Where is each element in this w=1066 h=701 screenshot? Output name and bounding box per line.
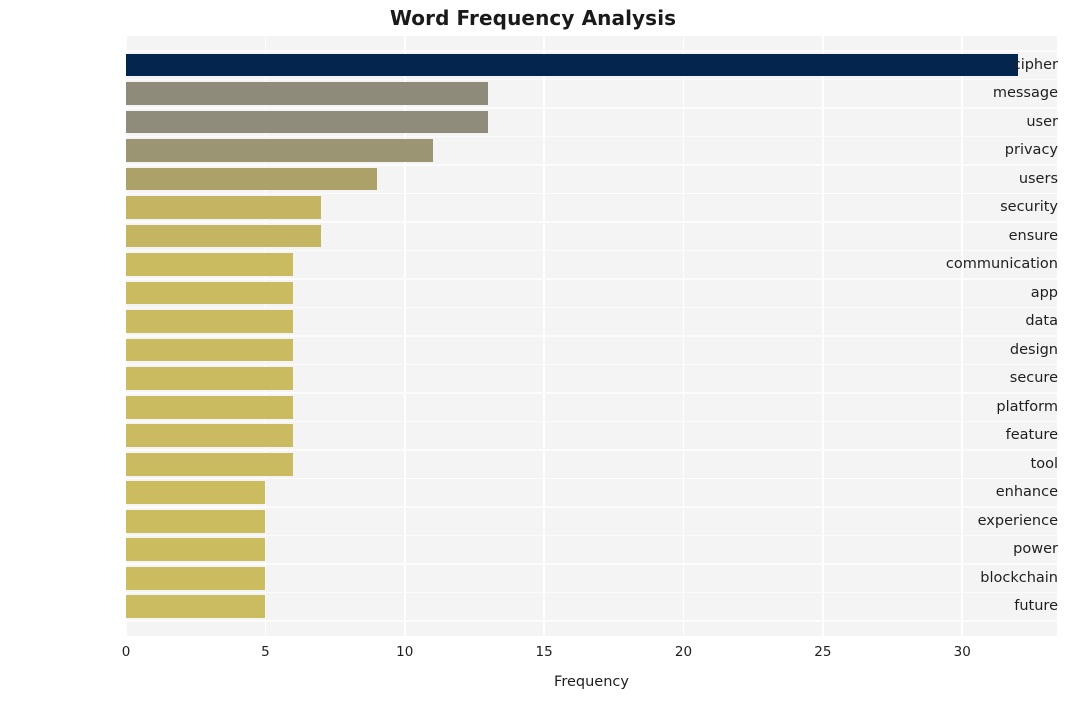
y-tick-label-message: message [992, 85, 1058, 102]
bar-design[interactable] [126, 338, 294, 362]
y-tick-label-users: users [1018, 170, 1058, 187]
bar-secure[interactable] [126, 367, 294, 390]
bar-row [126, 393, 1057, 422]
y-tick-label-blockchain: blockchain [980, 569, 1058, 586]
bar-row [126, 507, 1057, 536]
y-tick-label-future: future [1014, 598, 1058, 615]
bar-blockchain[interactable] [126, 566, 266, 590]
bar-row [126, 564, 1057, 593]
y-tick-label-user: user [1026, 113, 1058, 130]
word-frequency-chart-figure: Word Frequency Analysis cipher message use… [0, 0, 1066, 701]
bar-row [126, 336, 1057, 365]
chart-title: Word Frequency Analysis [389, 6, 677, 30]
y-tick-label-power: power [1013, 541, 1058, 558]
bar-experience[interactable] [126, 509, 266, 533]
x-tick-label-30: 30 [953, 644, 971, 660]
bar-power[interactable] [126, 538, 266, 562]
x-tick-label-5: 5 [261, 644, 270, 660]
bar-security[interactable] [126, 196, 322, 219]
y-tick-label-communication: communication [945, 256, 1058, 273]
y-tick-label-cipher: cipher [1012, 56, 1058, 73]
bar-row [126, 421, 1057, 450]
y-tick-label-experience: experience [977, 512, 1058, 529]
x-tick-label-0: 0 [121, 644, 131, 660]
bar-row [126, 165, 1057, 194]
bar-user[interactable] [126, 110, 489, 134]
bar-row [126, 193, 1057, 222]
bar-enhance[interactable] [126, 481, 266, 505]
bar-ensure[interactable] [126, 224, 322, 248]
x-axis-label: Frequency [554, 674, 629, 690]
bar-row [126, 535, 1057, 564]
bar-row [126, 478, 1057, 507]
bar-app[interactable] [126, 281, 294, 305]
bar-tool[interactable] [126, 452, 294, 476]
y-tick-label-security: security [1000, 199, 1058, 216]
y-tick-label-feature: feature [1005, 427, 1058, 444]
bar-future[interactable] [126, 595, 266, 619]
y-tick-label-data: data [1025, 313, 1058, 330]
plot-area [126, 36, 1057, 636]
bar-users[interactable] [126, 167, 377, 191]
y-tick-label-design: design [1009, 341, 1058, 358]
bar-row [126, 108, 1057, 137]
x-tick-label-20: 20 [674, 644, 693, 660]
y-tick-label-enhance: enhance [995, 484, 1058, 501]
bar-row [126, 307, 1057, 336]
x-tick-label-15: 15 [535, 644, 553, 660]
bar-platform[interactable] [126, 395, 294, 419]
bar-cipher[interactable] [126, 53, 1018, 77]
bar-message[interactable] [126, 82, 489, 105]
bar-row [126, 450, 1057, 479]
bar-row [126, 279, 1057, 308]
y-tick-label-privacy: privacy [1004, 142, 1058, 159]
bar-communication[interactable] [126, 253, 294, 276]
bar-row [126, 250, 1057, 279]
bar-row [126, 136, 1057, 165]
bar-feature[interactable] [126, 424, 294, 447]
bar-row [126, 51, 1057, 80]
y-tick-label-secure: secure [1009, 370, 1058, 387]
y-tick-label-platform: platform [996, 398, 1058, 415]
bar-data[interactable] [126, 310, 294, 333]
y-tick-label-app: app [1030, 284, 1058, 301]
bar-row [126, 222, 1057, 251]
bar-row [126, 79, 1057, 108]
bar-row [126, 364, 1057, 393]
bar-privacy[interactable] [126, 139, 433, 162]
bar-row [126, 592, 1057, 621]
x-tick-label-25: 25 [814, 644, 832, 660]
y-tick-label-tool: tool [1030, 455, 1058, 472]
x-tick-label-10: 10 [396, 644, 414, 660]
y-tick-label-ensure: ensure [1008, 227, 1058, 244]
